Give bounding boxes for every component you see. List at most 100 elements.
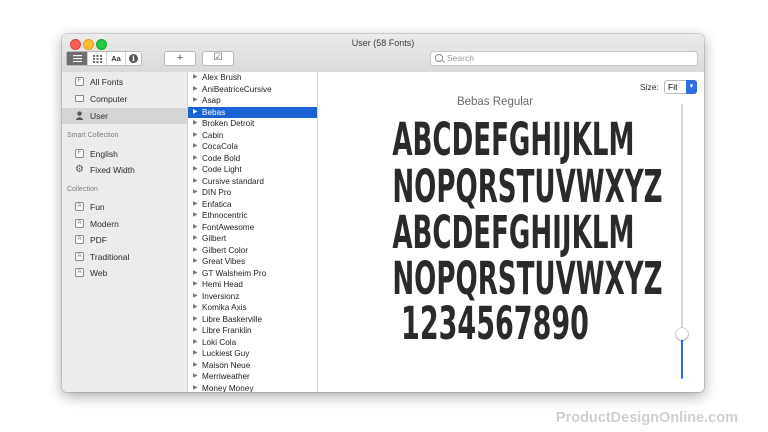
font-list-item[interactable]: ▶ Cabin xyxy=(188,130,317,142)
disclosure-triangle-icon[interactable]: ▶ xyxy=(193,199,198,211)
font-list-item[interactable]: ▶ Libre Baskerville xyxy=(188,314,317,326)
font-list-item[interactable]: ▶ GT Walsheim Pro xyxy=(188,268,317,280)
disclosure-triangle-icon[interactable]: ▶ xyxy=(193,107,198,119)
disclosure-triangle-icon[interactable]: ▶ xyxy=(193,279,198,291)
sidebar-item-traditional[interactable]: A Traditional xyxy=(62,249,188,265)
font-list-item-label: Merriweather xyxy=(202,372,250,381)
disclosure-triangle-icon[interactable]: ▶ xyxy=(193,130,198,142)
font-list-item-label: Gilbert xyxy=(202,234,227,243)
list-view-icon xyxy=(72,55,82,62)
font-list-item[interactable]: ▶ Code Bold xyxy=(188,153,317,165)
disclosure-triangle-icon[interactable]: ▶ xyxy=(193,187,198,199)
font-list-item[interactable]: ▶ Komika Axis xyxy=(188,302,317,314)
font-list-item[interactable]: ▶ Money Money xyxy=(188,383,317,393)
sidebar: F All Fonts Computer User Smart Collecti… xyxy=(62,72,188,392)
size-select[interactable]: Fit ▾ xyxy=(664,80,697,94)
font-list-item[interactable]: ▶ DIN Pro xyxy=(188,187,317,199)
font-list-item-label: Asap xyxy=(202,96,221,105)
font-list-item[interactable]: ▶ Bebas xyxy=(188,106,317,119)
font-list-item[interactable]: ▶ Maison Neue xyxy=(188,360,317,372)
disclosure-triangle-icon[interactable]: ▶ xyxy=(193,337,198,349)
size-slider-knob[interactable] xyxy=(676,328,688,340)
list-view-button[interactable] xyxy=(67,52,87,65)
disclosure-triangle-icon[interactable]: ▶ xyxy=(193,348,198,360)
computer-icon xyxy=(75,95,84,102)
disclosure-triangle-icon[interactable]: ▶ xyxy=(193,256,198,268)
font-list-item[interactable]: ▶ Gilbert xyxy=(188,233,317,245)
disclosure-triangle-icon[interactable]: ▶ xyxy=(193,325,198,337)
info-button[interactable]: i xyxy=(125,52,141,65)
sidebar-item-modern[interactable]: A Modern xyxy=(62,216,188,232)
sidebar-item-web[interactable]: A Web xyxy=(62,265,188,281)
font-list-item[interactable]: ▶ Alex Brush xyxy=(188,72,317,84)
grid-view-button[interactable] xyxy=(87,52,106,65)
disclosure-triangle-icon[interactable]: ▶ xyxy=(193,164,198,176)
disclosure-triangle-icon[interactable]: ▶ xyxy=(193,72,198,84)
font-list-item[interactable]: ▶ Ethnocentric xyxy=(188,210,317,222)
collection-icon: A xyxy=(75,235,84,244)
validate-font-button[interactable]: ☑ xyxy=(202,51,234,66)
add-font-button[interactable]: + xyxy=(164,51,196,66)
collection-icon: A xyxy=(75,252,84,261)
font-list-item-label: Luckiest Guy xyxy=(202,349,250,358)
checkbox-icon: ☑ xyxy=(213,52,223,63)
sidebar-item-fun[interactable]: A Fun xyxy=(62,199,188,215)
sample-view-button[interactable]: Aa xyxy=(106,52,125,65)
font-list-item[interactable]: ▶ AniBeatriceCursive xyxy=(188,84,317,96)
sidebar-item-pdf[interactable]: A PDF xyxy=(62,232,188,248)
sidebar-item-all-fonts[interactable]: F All Fonts xyxy=(62,74,188,90)
disclosure-triangle-icon[interactable]: ▶ xyxy=(193,118,198,130)
font-list-item[interactable]: ▶ Hemi Head xyxy=(188,279,317,291)
disclosure-triangle-icon[interactable]: ▶ xyxy=(193,383,198,393)
disclosure-triangle-icon[interactable]: ▶ xyxy=(193,84,198,96)
sidebar-item-computer[interactable]: Computer xyxy=(62,91,188,107)
font-list-item[interactable]: ▶ Merriweather xyxy=(188,371,317,383)
disclosure-triangle-icon[interactable]: ▶ xyxy=(193,268,198,280)
disclosure-triangle-icon[interactable]: ▶ xyxy=(193,210,198,222)
font-list-item-label: GT Walsheim Pro xyxy=(202,268,267,278)
collection-icon: A xyxy=(75,202,84,211)
font-list-item-label: Libre Franklin xyxy=(202,326,252,335)
font-list-item-label: Libre Baskerville xyxy=(202,314,263,324)
font-list-item[interactable]: ▶ Luckiest Guy xyxy=(188,348,317,360)
disclosure-triangle-icon[interactable]: ▶ xyxy=(193,176,198,188)
font-list-item[interactable]: ▶ Enfatica xyxy=(188,199,317,211)
font-list-item[interactable]: ▶ Inversionz xyxy=(188,291,317,303)
disclosure-triangle-icon[interactable]: ▶ xyxy=(193,153,198,165)
font-list-item[interactable]: ▶ Gilbert Color xyxy=(188,245,317,257)
font-list-item-label: Loki Cola xyxy=(202,337,237,347)
grid-view-icon xyxy=(92,54,102,63)
font-list-item[interactable]: ▶ Great Vibes xyxy=(188,256,317,268)
sidebar-item-label: User xyxy=(90,111,108,121)
disclosure-triangle-icon[interactable]: ▶ xyxy=(193,302,198,314)
disclosure-triangle-icon[interactable]: ▶ xyxy=(193,222,198,234)
font-list-item[interactable]: ▶ Loki Cola xyxy=(188,337,317,349)
disclosure-triangle-icon[interactable]: ▶ xyxy=(193,291,198,303)
disclosure-triangle-icon[interactable]: ▶ xyxy=(193,233,198,245)
font-list-item-label: DIN Pro xyxy=(202,188,232,197)
sidebar-item-fixed-width[interactable]: ⚙ Fixed Width xyxy=(62,162,188,178)
font-list-item[interactable]: ▶ Code Light xyxy=(188,164,317,176)
sidebar-item-english[interactable]: F English xyxy=(62,146,188,162)
font-list-item[interactable]: ▶ FontAwesome xyxy=(188,222,317,234)
font-list-item[interactable]: ▶ Libre Franklin xyxy=(188,325,317,337)
disclosure-triangle-icon[interactable]: ▶ xyxy=(193,95,198,107)
window-title: User (58 Fonts) xyxy=(351,38,415,48)
font-list-item-label: Hemi Head xyxy=(202,280,243,289)
font-list-item[interactable]: ▶ Cursive standard xyxy=(188,176,317,188)
font-list-item[interactable]: ▶ Broken Detroit xyxy=(188,118,317,130)
font-list-item-label: Cursive standard xyxy=(202,176,264,186)
sidebar-item-user[interactable]: User xyxy=(62,108,188,124)
font-list-item-label: Bebas xyxy=(202,107,226,117)
font-list-item[interactable]: ▶ CocaCola xyxy=(188,141,317,153)
view-mode-segmented-control: Aa i xyxy=(66,51,142,66)
disclosure-triangle-icon[interactable]: ▶ xyxy=(193,360,198,372)
disclosure-triangle-icon[interactable]: ▶ xyxy=(193,141,198,153)
font-list-item[interactable]: ▶ Asap xyxy=(188,95,317,107)
search-field[interactable]: Search xyxy=(430,51,698,66)
disclosure-triangle-icon[interactable]: ▶ xyxy=(193,245,198,257)
title-bar: User (58 Fonts) Aa i + ☑ Search xyxy=(62,34,704,73)
font-list-item-label: Money Money xyxy=(202,383,254,393)
disclosure-triangle-icon[interactable]: ▶ xyxy=(193,314,198,326)
disclosure-triangle-icon[interactable]: ▶ xyxy=(193,371,198,383)
